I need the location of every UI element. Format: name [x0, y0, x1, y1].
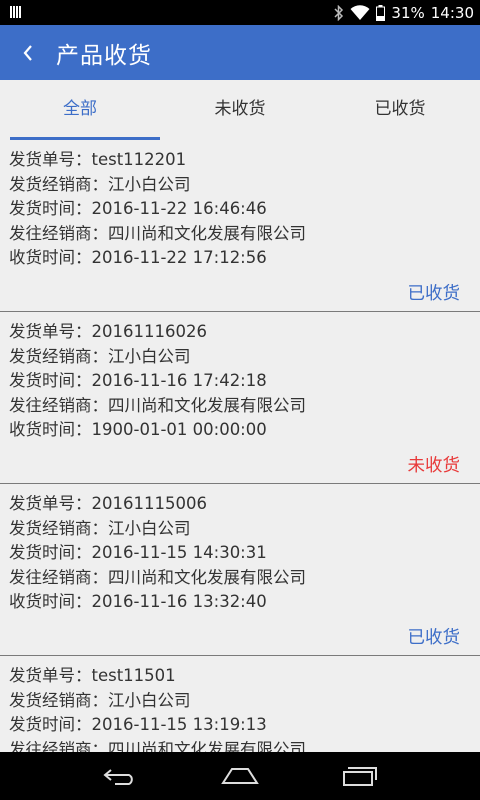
order-number: 发货单号：test112201: [9, 150, 187, 169]
destination-distributor: 发往经销商：四川尚和文化发展有限公司: [9, 567, 306, 587]
status-bar: 31% 14:30: [0, 0, 480, 25]
system-nav-bar: [0, 752, 480, 800]
back-arrow-icon: [103, 769, 133, 785]
back-chevron-icon: [23, 44, 32, 61]
shipping-distributor: 发货经销商：江小白公司: [9, 690, 191, 710]
order-card[interactable]: 发货单号：test11501 发货经销商：江小白公司 发货时间：2016-11-…: [0, 656, 480, 752]
destination-distributor: 发往经销商：四川尚和文化发展有限公司: [9, 395, 306, 415]
recents-icon: [343, 767, 377, 786]
ship-time: 发货时间：2016-11-16 17:42:18: [9, 371, 267, 390]
tab-all[interactable]: 全部: [0, 80, 160, 140]
clock: 14:30: [430, 4, 474, 22]
order-card[interactable]: 发货单号：test112201 发货经销商：江小白公司 发货时间：2016-11…: [0, 140, 480, 312]
battery-icon: [376, 5, 386, 21]
notification-icon: [10, 6, 22, 18]
nav-recents-button[interactable]: [300, 752, 420, 800]
shipping-distributor: 发货经销商：江小白公司: [9, 174, 191, 194]
wifi-icon: [350, 5, 370, 20]
shipping-distributor: 发货经销商：江小白公司: [9, 518, 191, 538]
shipping-distributor: 发货经销商：江小白公司: [9, 346, 191, 366]
order-card[interactable]: 发货单号：20161115006 发货经销商：江小白公司 发货时间：2016-1…: [0, 484, 480, 656]
tab-received[interactable]: 已收货: [320, 80, 480, 140]
home-icon: [221, 768, 259, 784]
page-title: 产品收货: [56, 42, 152, 69]
nav-back-button[interactable]: [60, 752, 180, 800]
tab-not-received[interactable]: 未收货: [160, 80, 320, 140]
ship-time: 发货时间：2016-11-15 14:30:31: [9, 543, 267, 562]
status-badge: 未收货: [407, 456, 461, 476]
status-badge: 已收货: [407, 628, 461, 648]
order-number: 发货单号：20161116026: [9, 322, 207, 341]
battery-percent: 31%: [391, 4, 425, 22]
back-button[interactable]: [0, 25, 56, 80]
ship-time: 发货时间：2016-11-15 13:19:13: [9, 715, 267, 734]
order-number: 发货单号：20161115006: [9, 494, 207, 513]
nav-home-button[interactable]: [180, 752, 300, 800]
destination-distributor: 发往经销商：四川尚和文化发展有限公司: [9, 739, 306, 753]
ship-time: 发货时间：2016-11-22 16:46:46: [9, 199, 267, 218]
receive-time: 收货时间：2016-11-16 13:32:40: [9, 592, 267, 611]
order-number: 发货单号：test11501: [9, 666, 176, 685]
tab-bar: 全部 未收货 已收货: [0, 80, 480, 140]
app-bar: 产品收货: [0, 25, 480, 80]
receive-time: 收货时间：1900-01-01 00:00:00: [9, 420, 267, 439]
receive-time: 收货时间：2016-11-22 17:12:56: [9, 248, 267, 267]
order-card[interactable]: 发货单号：20161116026 发货经销商：江小白公司 发货时间：2016-1…: [0, 312, 480, 484]
bluetooth-icon: [334, 5, 344, 21]
destination-distributor: 发往经销商：四川尚和文化发展有限公司: [9, 223, 306, 243]
status-badge: 已收货: [407, 284, 461, 304]
order-list[interactable]: 发货单号：test112201 发货经销商：江小白公司 发货时间：2016-11…: [0, 140, 480, 752]
